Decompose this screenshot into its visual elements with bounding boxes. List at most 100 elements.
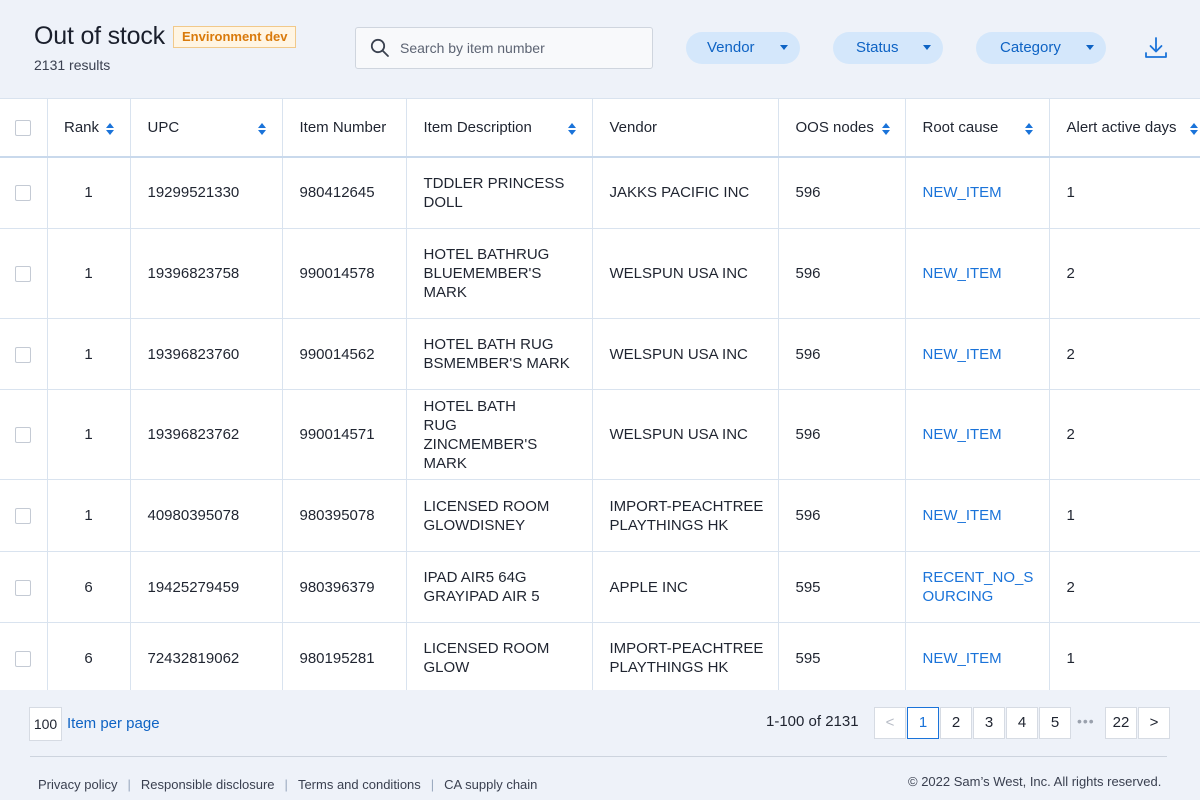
sort-icon[interactable] (567, 123, 576, 135)
table-row[interactable]: 6 72432819062 980195281 LICENSED ROOM GL… (0, 622, 1200, 690)
page-button-2[interactable]: 2 (940, 707, 972, 739)
rank-cell: 1 (47, 156, 131, 229)
root-cause-link[interactable]: NEW_ITEM (905, 479, 1050, 552)
table-row[interactable]: 1 19396823762 990014571 HOTEL BATH RUG Z… (0, 389, 1200, 480)
status-filter-button[interactable]: Status (833, 32, 943, 64)
upc-cell: 19396823760 (130, 318, 283, 390)
sort-icon[interactable] (1024, 123, 1033, 135)
sort-icon[interactable] (105, 123, 114, 135)
row-checkbox[interactable] (15, 346, 32, 363)
row-checkbox[interactable] (15, 650, 32, 667)
table-row[interactable]: 1 19396823760 990014562 HOTEL BATH RUG B… (0, 318, 1200, 390)
column-header-oos-nodes[interactable]: OOS nodes (778, 98, 906, 158)
download-icon (1145, 37, 1167, 58)
results-count: 2131 results (34, 57, 111, 73)
upc-cell: 40980395078 (130, 479, 283, 552)
item-number-cell: 980396379 (282, 551, 407, 623)
select-all-checkbox[interactable] (15, 119, 32, 136)
privacy-policy-link[interactable]: Privacy policy (38, 777, 117, 792)
column-label: OOS nodes (795, 118, 874, 136)
root-cause-link[interactable]: NEW_ITEM (905, 318, 1050, 390)
rank-cell: 1 (47, 479, 131, 552)
table-row[interactable]: 1 40980395078 980395078 LICENSED ROOM GL… (0, 479, 1200, 552)
prev-page-button[interactable]: < (874, 707, 906, 739)
column-header-vendor: Vendor (592, 98, 779, 158)
page-button-5[interactable]: 5 (1039, 707, 1071, 739)
ca-supply-chain-link[interactable]: CA supply chain (444, 777, 537, 792)
environment-badge: Environment dev (173, 26, 297, 48)
column-header-alert-active-days[interactable]: Alert active days (1049, 98, 1200, 158)
alert-days-cell: 1 (1049, 156, 1200, 229)
sort-icon[interactable] (1189, 123, 1198, 135)
column-label: Item Number (299, 118, 387, 136)
sort-icon[interactable] (881, 123, 890, 135)
responsible-disclosure-link[interactable]: Responsible disclosure (141, 777, 275, 792)
alert-days-cell: 2 (1049, 389, 1200, 480)
upc-cell: 19299521330 (130, 156, 283, 229)
table-row[interactable]: 1 19299521330 980412645 TDDLER PRINCESS … (0, 156, 1200, 229)
row-checkbox[interactable] (15, 185, 32, 202)
search-box[interactable] (355, 27, 653, 69)
row-select-cell (0, 228, 48, 319)
row-checkbox[interactable] (15, 508, 32, 525)
row-select-cell (0, 622, 48, 690)
sort-icon[interactable] (257, 123, 266, 135)
oos-nodes-cell: 596 (778, 389, 906, 480)
oos-nodes-cell: 596 (778, 228, 906, 319)
root-cause-link[interactable]: RECENT_NO_SOURCING (905, 551, 1050, 623)
root-cause-link[interactable]: NEW_ITEM (905, 228, 1050, 319)
page-button-3[interactable]: 3 (973, 707, 1005, 739)
search-icon (370, 38, 389, 57)
column-header-upc[interactable]: UPC (130, 98, 283, 158)
download-button[interactable] (1143, 35, 1169, 61)
root-cause-link[interactable]: NEW_ITEM (905, 156, 1050, 229)
vendor-cell: IMPORT-PEACHTREE PLAYTHINGS HK (592, 622, 779, 690)
row-checkbox[interactable] (15, 579, 32, 596)
alert-days-cell: 1 (1049, 479, 1200, 552)
row-checkbox[interactable] (15, 266, 32, 283)
item-number-cell: 980412645 (282, 156, 407, 229)
alert-days-cell: 2 (1049, 228, 1200, 319)
page-button-4[interactable]: 4 (1006, 707, 1038, 739)
out-of-stock-table: Rank UPC Item Number Item Description Ve… (0, 98, 1200, 690)
upc-cell: 19396823762 (130, 389, 283, 480)
item-number-cell: 990014578 (282, 228, 407, 319)
description-cell: LICENSED ROOM GLOWDISNEY (406, 479, 593, 552)
column-header-rank[interactable]: Rank (47, 98, 131, 158)
oos-nodes-cell: 595 (778, 551, 906, 623)
alert-days-cell: 2 (1049, 551, 1200, 623)
vendor-cell: WELSPUN USA INC (592, 318, 779, 390)
next-page-button[interactable]: > (1138, 707, 1170, 739)
root-cause-link[interactable]: NEW_ITEM (905, 622, 1050, 690)
terms-link[interactable]: Terms and conditions (298, 777, 421, 792)
description-cell: HOTEL BATH RUG ZINCMEMBER'S MARK (406, 389, 593, 480)
vendor-cell: APPLE INC (592, 551, 779, 623)
rank-cell: 6 (47, 622, 131, 690)
category-filter-button[interactable]: Category (976, 32, 1106, 64)
table-row[interactable]: 1 19396823758 990014578 HOTEL BATHRUG BL… (0, 228, 1200, 319)
page-button-last[interactable]: 22 (1105, 707, 1137, 739)
vendor-cell: IMPORT-PEACHTREE PLAYTHINGS HK (592, 479, 779, 552)
rank-cell: 1 (47, 228, 131, 319)
items-per-page-label[interactable]: Item per page (67, 715, 160, 732)
row-select-cell (0, 318, 48, 390)
alert-days-cell: 1 (1049, 622, 1200, 690)
column-label: Vendor (609, 118, 658, 136)
items-per-page-select[interactable]: 100 (29, 707, 62, 741)
row-checkbox[interactable] (15, 427, 32, 444)
root-cause-link[interactable]: NEW_ITEM (905, 389, 1050, 480)
description-cell: HOTEL BATH RUG BSMEMBER'S MARK (406, 318, 593, 390)
search-input[interactable] (400, 28, 640, 68)
row-select-cell (0, 389, 48, 480)
column-header-item-description[interactable]: Item Description (406, 98, 593, 158)
column-label: Item Description (423, 118, 532, 136)
page-button-1[interactable]: 1 (907, 707, 939, 739)
row-select-cell (0, 551, 48, 623)
table-row[interactable]: 6 19425279459 980396379 IPAD AIR5 64G GR… (0, 551, 1200, 623)
column-header-item-number: Item Number (282, 98, 407, 158)
vendor-filter-button[interactable]: Vendor (686, 32, 800, 64)
description-cell: LICENSED ROOM GLOW (406, 622, 593, 690)
column-header-root-cause[interactable]: Root cause (905, 98, 1050, 158)
rank-cell: 1 (47, 389, 131, 480)
item-number-cell: 990014571 (282, 389, 407, 480)
